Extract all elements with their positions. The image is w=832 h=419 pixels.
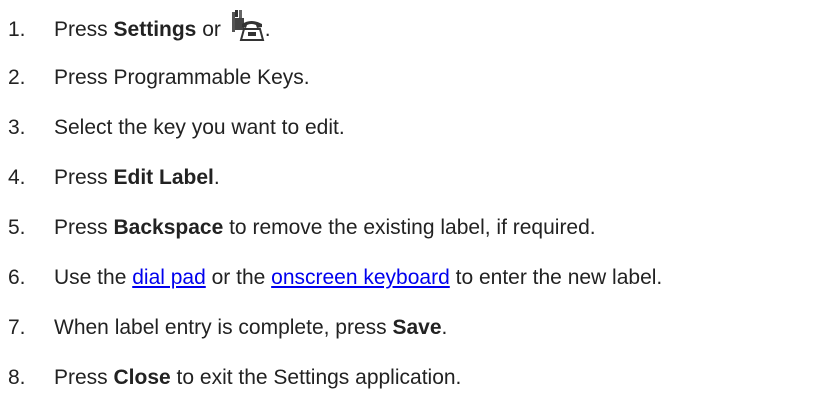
step-text: . (441, 316, 448, 339)
step-text: Press (54, 216, 114, 239)
step-number: 5. (8, 216, 26, 239)
step-5: 5. Press Backspace to remove the existing… (8, 213, 596, 243)
step-number: 6. (8, 266, 26, 289)
step-text: to remove the existing label, if require… (223, 216, 596, 239)
step-number: 7. (8, 316, 26, 339)
close-label: Close (113, 366, 171, 389)
step-number: 3. (8, 116, 26, 139)
save-label: Save (392, 316, 442, 339)
step-number: 8. (8, 366, 26, 389)
step-8: 8. Press Close to exit the Settings appli… (8, 363, 461, 393)
backspace-label: Backspace (113, 216, 224, 239)
step-1: 1. Press Settings or . (8, 10, 271, 42)
step-3: 3. Select the key you want to edit. (8, 113, 345, 143)
step-number: 2. (8, 66, 26, 89)
step-text: or the (205, 266, 272, 289)
step-number: 4. (8, 166, 26, 189)
settings-label: Settings (113, 18, 197, 41)
step-6: 6. Use the dial pad or the onscreen keybo… (8, 263, 662, 293)
step-text: Press (54, 366, 114, 389)
step-7: 7. When label entry is complete, press Sa… (8, 313, 447, 343)
step-text: Press (54, 18, 114, 41)
step-text: to enter the new label. (449, 266, 663, 289)
step-text: to exit the Settings application. (170, 366, 462, 389)
step-text: Use the (54, 266, 133, 289)
step-text: Press Programmable Keys. (54, 66, 310, 89)
step-number: 1. (8, 18, 26, 41)
step-text: . (213, 166, 220, 189)
step-4: 4. Press Edit Label. (8, 163, 220, 193)
step-text: Press (54, 166, 114, 189)
step-text: Select the key you want to edit. (54, 116, 345, 139)
dial-pad-link[interactable]: dial pad (132, 266, 206, 289)
edit-label-label: Edit Label (113, 166, 214, 189)
onscreen-keyboard-link[interactable]: onscreen keyboard (271, 266, 450, 289)
settings-phone-icon (229, 10, 265, 42)
step-text: When label entry is complete, press (54, 316, 393, 339)
step-text: . (264, 18, 271, 41)
step-2: 2. Press Programmable Keys. (8, 63, 310, 93)
step-text: or (196, 18, 227, 41)
